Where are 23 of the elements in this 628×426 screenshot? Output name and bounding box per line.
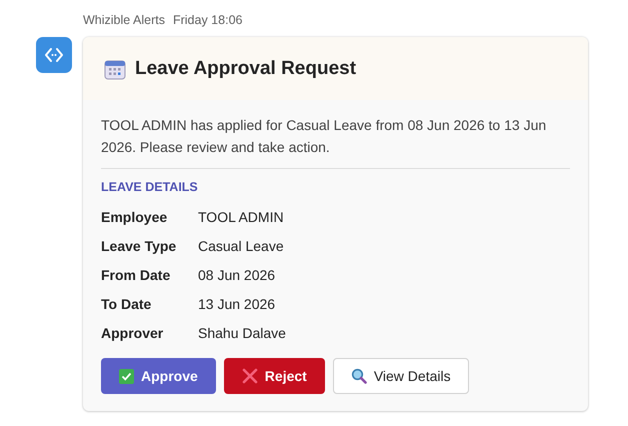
bot-avatar-icon: [36, 37, 72, 73]
detail-label: Leave Type: [101, 237, 178, 256]
search-icon: [350, 368, 367, 384]
detail-value: 08 Jun 2026: [198, 266, 276, 285]
detail-label: Approver: [101, 324, 164, 343]
summary-text: TOOL ADMIN has applied for Casual Leave from 08 Jun 2026 to 13 Jun 2026. Please review and take action.: [101, 116, 548, 157]
detail-label: To Date: [101, 295, 152, 314]
detail-value: Shahu Dalave: [198, 324, 286, 343]
detail-label: From Date: [101, 266, 172, 285]
action-button[interactable]: View Details: [332, 358, 469, 394]
cross-icon: [242, 368, 258, 384]
calendar-icon: [104, 58, 126, 80]
detail-label: Employee: [101, 208, 168, 227]
sender-name: Whizible Alerts: [83, 13, 165, 27]
card-title: Leave Approval Request: [135, 58, 356, 80]
section-heading: LEAVE DETAILS: [101, 180, 199, 194]
action-button[interactable]: Approve: [101, 358, 216, 394]
detail-value: 13 Jun 2026: [198, 295, 276, 314]
action-button[interactable]: Reject: [224, 358, 325, 394]
check-icon: [119, 368, 134, 384]
detail-value: Casual Leave: [198, 237, 285, 256]
detail-value: TOOL ADMIN: [198, 208, 285, 227]
message-time: Friday 18:06: [172, 13, 242, 27]
